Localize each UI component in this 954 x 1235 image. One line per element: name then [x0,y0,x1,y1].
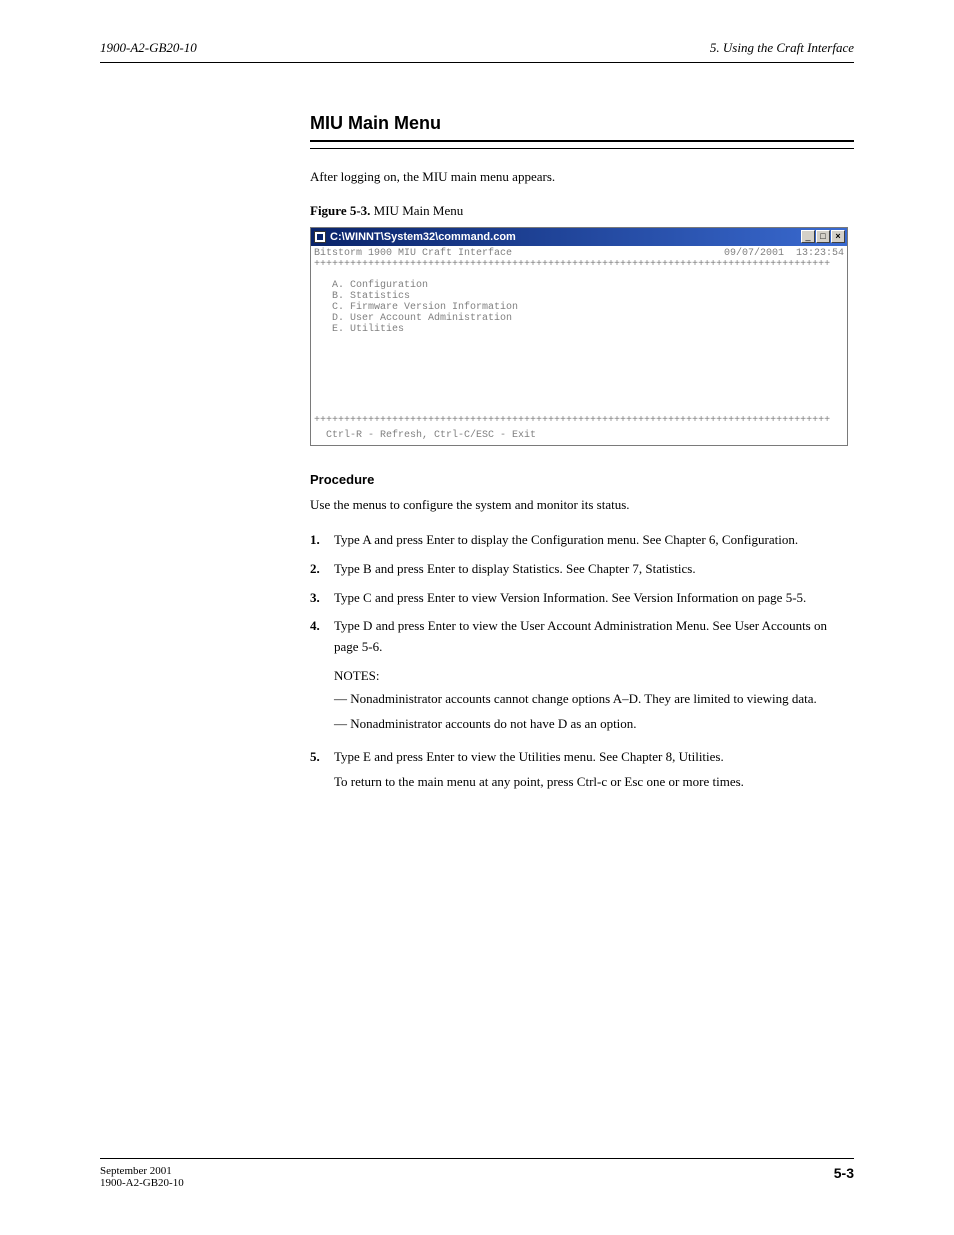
step-text: Type D and press Enter to view the User … [334,618,827,654]
app-icon [314,231,326,243]
section-title: MIU Main Menu [310,113,854,134]
figure-caption-text: MIU Main Menu [374,203,464,218]
console-menu: A. Configuration B. Statistics C. Firmwa… [332,280,844,335]
console-divider-top: ++++++++++++++++++++++++++++++++++++++++… [314,259,844,270]
step-number: 5. [310,747,334,793]
procedure-list: 1. Type A and press Enter to display the… [310,530,854,793]
console-header-date: 09/07/2001 [724,248,784,259]
step-text: Type B and press Enter to display Statis… [334,559,854,580]
console-content: Bitstorm 1900 MIU Craft Interface 09/07/… [311,246,847,445]
step-text: Type E and press Enter to view the Utili… [334,749,724,764]
menu-item[interactable]: B. Statistics [332,291,844,302]
footer-date: September 2001 [100,1165,172,1177]
close-button[interactable]: × [831,230,845,243]
console-window: C:\WINNT\System32\command.com _ □ × Bits… [310,227,848,446]
console-divider-bottom: ++++++++++++++++++++++++++++++++++++++++… [314,415,844,426]
step-text: Type C and press Enter to view Version I… [334,588,854,609]
section-divider-thick [310,140,854,142]
step-number: 4. [310,616,334,739]
figure-caption: Figure 5-3. MIU Main Menu [310,203,854,219]
note-item: — Nonadministrator accounts cannot chang… [334,689,854,710]
footer-page-number: 5-3 [834,1165,854,1181]
maximize-button[interactable]: □ [816,230,830,243]
step-number: 2. [310,559,334,580]
header-doc-id: 1900-A2-GB20-10 [100,40,197,56]
minimize-button[interactable]: _ [801,230,815,243]
footer-divider [100,1158,854,1159]
console-header-left: Bitstorm 1900 MIU Craft Interface [314,248,512,259]
menu-item[interactable]: E. Utilities [332,324,844,335]
note-item: — Nonadministrator accounts do not have … [334,714,854,735]
console-header-time: 13:23:54 [796,248,844,259]
step-number: 1. [310,530,334,551]
window-title: C:\WINNT\System32\command.com [330,231,801,243]
console-footer-hint: Ctrl-R - Refresh, Ctrl-C/ESC - Exit [326,430,536,441]
menu-item[interactable]: D. User Account Administration [332,313,844,324]
header-divider [100,62,854,63]
titlebar: C:\WINNT\System32\command.com _ □ × [311,228,847,246]
page-footer: September 2001 1900-A2-GB20-10 5-3 [100,1158,854,1189]
header-chapter: 5. Using the Craft Interface [710,40,854,56]
section-divider-thin [310,148,854,149]
menu-item[interactable]: C. Firmware Version Information [332,302,844,313]
figure-label: Figure 5-3. [310,203,370,218]
notes-label: NOTES: [334,666,854,686]
menu-item[interactable]: A. Configuration [332,280,844,291]
footer-doc-id: 1900-A2-GB20-10 [100,1177,184,1189]
intro-text: After logging on, the MIU main menu appe… [310,167,854,187]
step-number: 3. [310,588,334,609]
procedure-title: Procedure [310,472,854,487]
procedure-intro: Use the menus to configure the system an… [310,495,854,515]
step-subtext: To return to the main menu at any point,… [334,772,854,793]
step-text: Type A and press Enter to display the Co… [334,530,854,551]
